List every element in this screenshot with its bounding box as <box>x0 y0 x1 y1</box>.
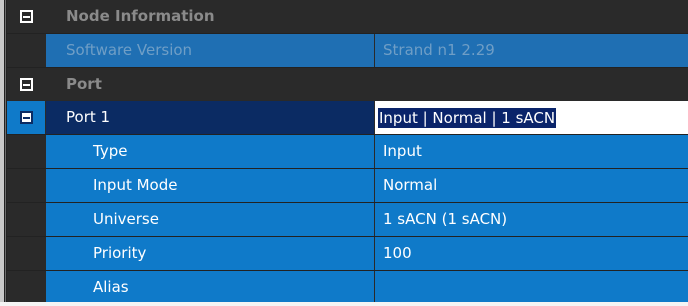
left-margin-divider <box>5 0 6 302</box>
property-row-type[interactable]: Type Input <box>7 135 688 168</box>
category-label: Node Information <box>46 0 688 33</box>
collapse-box-icon[interactable] <box>20 10 33 23</box>
row-gutter <box>7 169 45 202</box>
property-name: Alias <box>46 271 374 302</box>
property-value[interactable] <box>375 271 688 302</box>
row-gutter <box>7 203 45 236</box>
row-gutter <box>7 237 45 270</box>
category-node-information[interactable]: Node Information <box>7 0 688 33</box>
property-row-priority[interactable]: Priority 100 <box>7 237 688 270</box>
property-row-input-mode[interactable]: Input Mode Normal <box>7 169 688 202</box>
selected-text[interactable]: Input | Normal | 1 sACN <box>378 107 557 128</box>
property-row-alias[interactable]: Alias <box>7 271 688 302</box>
bottom-border <box>0 302 688 306</box>
row-gutter <box>7 34 45 67</box>
property-name: Universe <box>46 203 374 236</box>
property-name: Type <box>46 135 374 168</box>
property-row-universe[interactable]: Universe 1 sACN (1 sACN) <box>7 203 688 236</box>
category-port[interactable]: Port <box>7 68 688 101</box>
left-margin <box>0 0 4 302</box>
property-name: Input Mode <box>46 169 374 202</box>
property-name: Software Version <box>46 34 374 67</box>
property-row-port-1[interactable]: Port 1 Input | Normal | 1 sACN <box>7 101 688 134</box>
property-value[interactable]: 1 sACN (1 sACN) <box>375 203 688 236</box>
collapse-box-icon[interactable] <box>20 111 33 124</box>
row-gutter <box>7 135 45 168</box>
property-value[interactable]: Normal <box>375 169 688 202</box>
property-name: Priority <box>46 237 374 270</box>
property-row-software-version[interactable]: Software Version Strand n1 2.29 <box>7 34 688 67</box>
category-label: Port <box>46 68 688 101</box>
property-name: Port 1 <box>46 101 374 134</box>
property-value[interactable]: Input <box>375 135 688 168</box>
collapse-box-icon[interactable] <box>20 78 33 91</box>
property-value-editor[interactable]: Input | Normal | 1 sACN <box>375 101 688 134</box>
row-gutter <box>7 271 45 302</box>
property-value[interactable]: 100 <box>375 237 688 270</box>
property-grid: Node Information Software Version Strand… <box>0 0 688 302</box>
property-value: Strand n1 2.29 <box>375 34 688 67</box>
